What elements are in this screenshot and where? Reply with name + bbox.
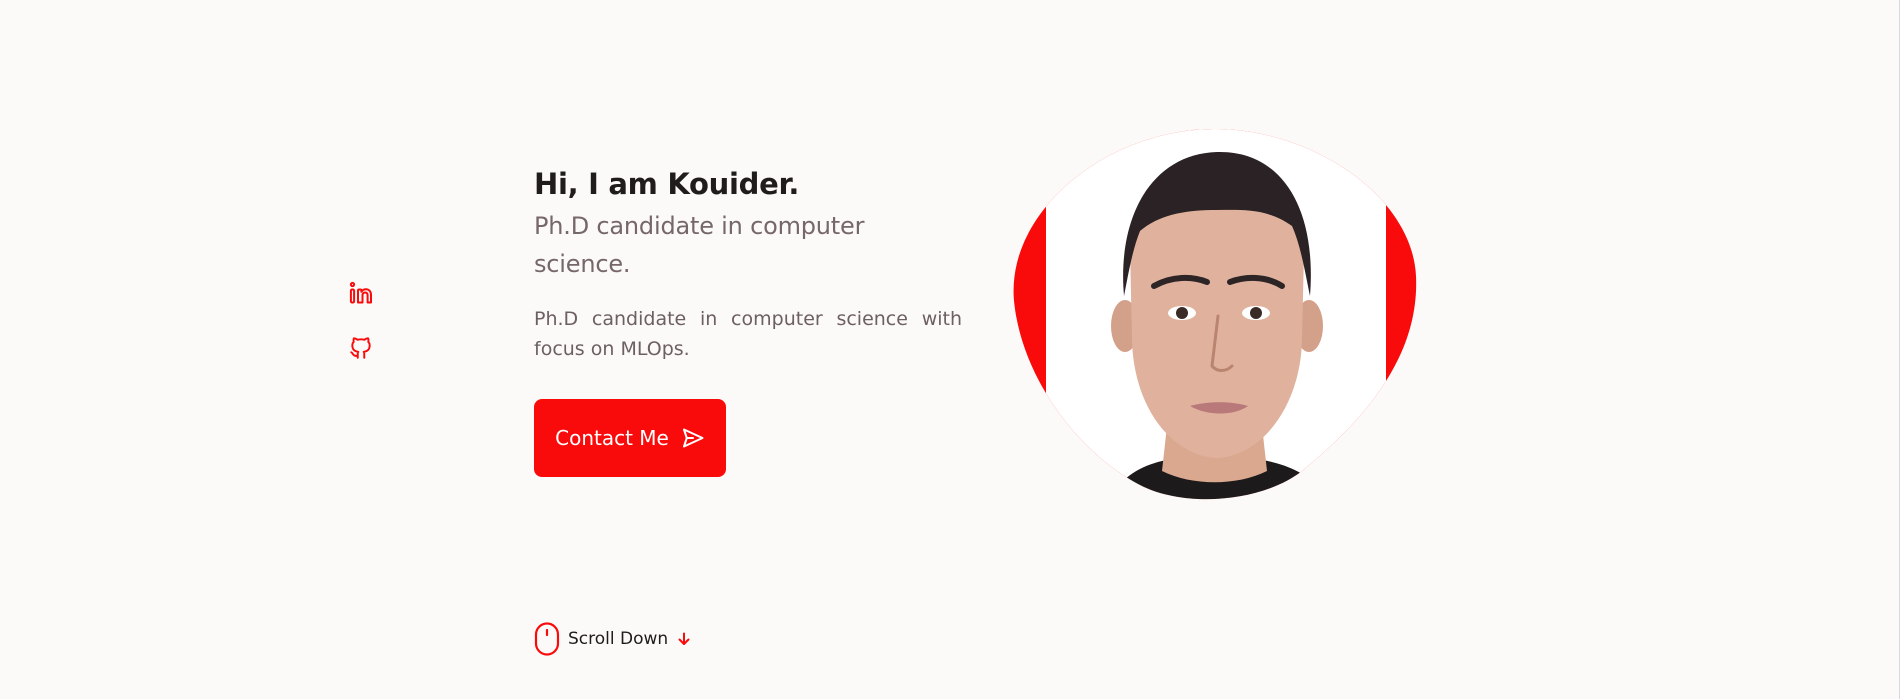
contact-me-button[interactable]: Contact Me bbox=[534, 399, 726, 477]
mouse-icon bbox=[534, 622, 560, 656]
hero-description: Ph.D candidate in computer science with … bbox=[534, 308, 962, 360]
social-links bbox=[348, 280, 374, 361]
profile-photo bbox=[1013, 129, 1417, 500]
send-icon bbox=[682, 428, 704, 448]
arrow-down-icon bbox=[678, 632, 690, 645]
hero-title: Hi, I am Kouider. bbox=[534, 167, 800, 201]
scroll-down-label: Scroll Down bbox=[568, 629, 669, 649]
linkedin-icon bbox=[349, 281, 372, 304]
hero-subtitle: Ph.D candidate in computer science. bbox=[534, 212, 865, 278]
scroll-down-link[interactable]: Scroll Down bbox=[534, 622, 692, 656]
github-link[interactable] bbox=[348, 335, 374, 361]
hero-content: Hi, I am Kouider. Ph.D candidate in comp… bbox=[534, 162, 962, 364]
github-icon bbox=[350, 337, 371, 359]
linkedin-link[interactable] bbox=[348, 280, 374, 306]
contact-me-label: Contact Me bbox=[555, 426, 669, 450]
home-page: Hi, I am Kouider. Ph.D candidate in comp… bbox=[0, 0, 1900, 699]
